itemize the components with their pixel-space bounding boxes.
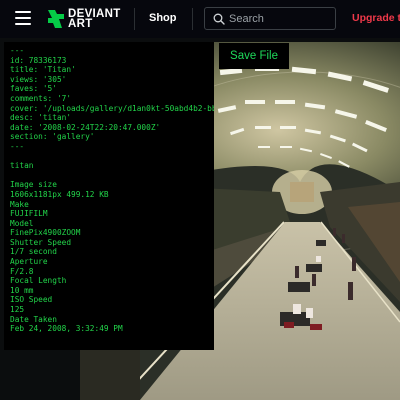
metadata-line: Focal Length [10,276,67,286]
metadata-line: Feb 24, 2008, 3:32:49 PM [10,324,123,334]
metadata-line: date: '2008-02-24T22:20:47.000Z' [10,122,161,132]
metadata-line: 125 [10,305,25,315]
metadata-text: --- id: 78336173 title: 'Titan' views: '… [10,46,214,334]
metadata-line: id: 78336173 [10,55,67,65]
metadata-line: 10 mm [10,285,34,295]
hamburger-icon[interactable] [15,11,31,25]
shop-link[interactable]: Shop [149,12,177,24]
metadata-line: F/2.8 [10,266,34,276]
metadata-line: Aperture [10,257,48,267]
deviantart-logo-icon [48,10,64,28]
metadata-line: FUJIFILM [10,209,48,219]
metadata-line: 1/7 second [10,247,57,257]
metadata-line: section: 'gallery' [10,132,95,142]
metadata-line: views: '305' [10,74,67,84]
metadata-line: faves: '5' [10,84,57,94]
metadata-line: --- [10,141,25,151]
metadata-line: title: 'Titan' [10,65,76,75]
metadata-line: Make [10,199,29,209]
metadata-line: comments: '7' [10,93,72,103]
metadata-line: Image size [10,180,57,190]
save-file-button[interactable]: Save File [219,43,289,69]
metadata-line: FinePix4900ZOOM [10,228,81,238]
deviantart-logo[interactable]: DEVIANT ART [46,7,124,31]
upgrade-link[interactable]: Upgrade to [352,12,400,24]
metadata-line: Shutter Speed [10,237,72,247]
metadata-line: ISO Speed [10,295,53,305]
search-icon [213,13,225,25]
logo-wordmark: DEVIANT ART [68,8,121,30]
metadata-line: Date Taken [10,314,57,324]
metadata-line [10,152,214,162]
nav-divider [134,8,135,30]
logo-word-line-2: ART [68,18,93,30]
metadata-line: desc: 'titan' [10,113,72,123]
top-navigation-bar: DEVIANT ART Shop Upgrade to [0,0,400,38]
metadata-line: --- [10,46,25,55]
metadata-line: cover: '/uploads/gallery/d1an0kt-50abd4b… [10,103,214,113]
search-input[interactable] [229,11,333,27]
metadata-line: Model [10,218,34,228]
metadata-panel: --- id: 78336173 title: 'Titan' views: '… [4,42,214,350]
search-box[interactable] [204,7,336,30]
nav-divider [192,8,193,30]
metadata-line: titan [10,161,34,171]
metadata-line [10,171,214,181]
metadata-line: 1606x1181px 499.12 KB [10,189,109,199]
